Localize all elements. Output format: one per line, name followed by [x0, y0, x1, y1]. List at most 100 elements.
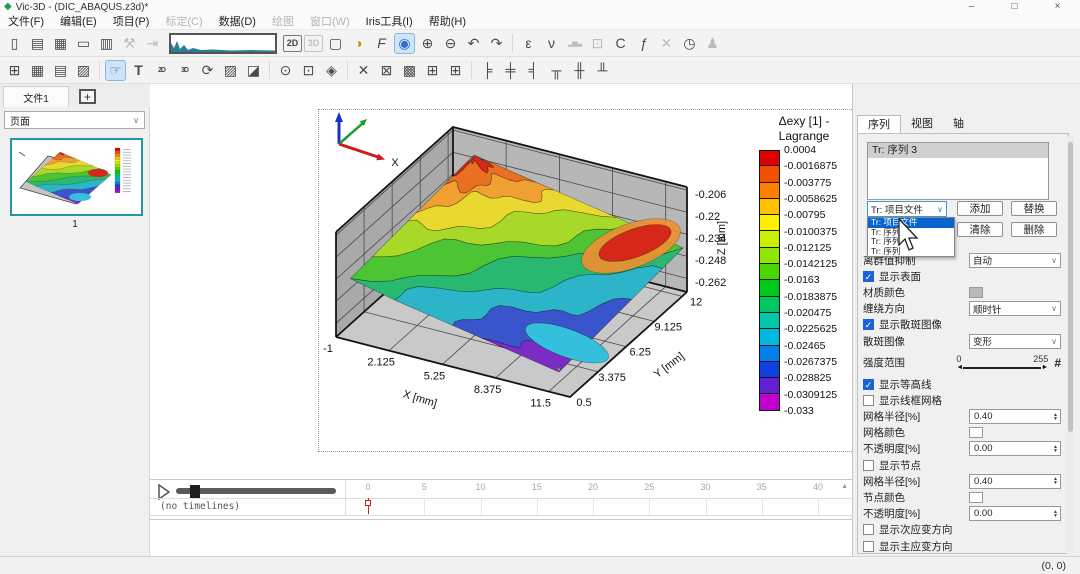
remove-icon[interactable]: ✕: [656, 33, 677, 54]
menu-item-8[interactable]: 帮助(H): [421, 14, 474, 30]
calibration-tool-icon[interactable]: ⚒: [119, 33, 140, 54]
align-middle-icon[interactable]: ╫: [569, 60, 590, 81]
menu-item-4[interactable]: 数据(D): [211, 14, 264, 30]
spinner-arrows[interactable]: ▲▼: [1053, 477, 1058, 485]
monitor-icon[interactable]: ▢: [325, 33, 346, 54]
series-source-combobox[interactable]: Tr: 项目文件 ∨: [867, 201, 947, 217]
histogram-icon[interactable]: ▂▅▃: [564, 33, 585, 54]
pan-hand-icon[interactable]: ☞: [105, 60, 126, 81]
settings-spinner[interactable]: 0.00▲▼: [969, 506, 1061, 521]
function-icon[interactable]: ƒ: [633, 33, 654, 54]
menu-item-7[interactable]: Iris工具(I): [358, 14, 421, 30]
align-top-icon[interactable]: ╥: [546, 60, 567, 81]
page-thumbnail[interactable]: [10, 138, 143, 216]
menu-item-2[interactable]: 项目(P): [105, 14, 158, 30]
histogram-toggle-button[interactable]: #: [1054, 356, 1061, 370]
align-left-icon[interactable]: ╞: [477, 60, 498, 81]
add-tab-button[interactable]: +: [79, 89, 96, 104]
color-swatch[interactable]: [969, 287, 983, 298]
new-file-icon[interactable]: ▯: [4, 33, 25, 54]
menu-item-1[interactable]: 编辑(E): [52, 14, 105, 30]
delete-region-icon[interactable]: ✕: [353, 60, 374, 81]
panel-scrollbar-thumb[interactable]: [1068, 142, 1073, 432]
polygon-probe-icon[interactable]: ◈: [321, 60, 342, 81]
checkbox-checked[interactable]: ✓: [863, 271, 874, 282]
maximize-button[interactable]: □: [993, 0, 1036, 14]
histogram-preview[interactable]: [169, 33, 277, 54]
contrast-icon[interactable]: ◑: [348, 33, 369, 54]
spinner-arrows[interactable]: ▲▼: [1053, 413, 1058, 421]
view-3d-button[interactable]: 3D: [304, 35, 323, 52]
open-folder-icon[interactable]: ▭: [73, 33, 94, 54]
export-video-icon[interactable]: ▦: [27, 60, 48, 81]
slider-track[interactable]: ◄►: [956, 364, 1048, 371]
workspace-icon[interactable]: ▥: [96, 33, 117, 54]
settings-spinner[interactable]: 0.40▲▼: [969, 474, 1061, 489]
poisson-nu-icon[interactable]: ν: [541, 33, 562, 54]
clock-icon[interactable]: ◷: [679, 33, 700, 54]
replace-button[interactable]: 替换: [1011, 201, 1057, 216]
zoom-out-icon[interactable]: ⊖: [440, 33, 461, 54]
undo-icon[interactable]: ↶: [463, 33, 484, 54]
save-icon[interactable]: ▦: [50, 33, 71, 54]
intensity-range-slider[interactable]: 0255◄►: [956, 354, 1048, 371]
close-button[interactable]: ×: [1036, 0, 1079, 14]
delete-button[interactable]: 删除: [1011, 222, 1057, 237]
plot-2d-icon[interactable]: 2D: [151, 60, 172, 81]
checkbox-unchecked[interactable]: [863, 541, 874, 552]
report-icon[interactable]: ⊡: [587, 33, 608, 54]
rect-probe-icon[interactable]: ⊡: [298, 60, 319, 81]
region-fill-icon[interactable]: ▩: [399, 60, 420, 81]
export-arrow-icon[interactable]: ⇥: [142, 33, 163, 54]
series-list[interactable]: Tr: 序列 3: [867, 142, 1049, 200]
image-extract-icon[interactable]: ◪: [243, 60, 264, 81]
page-selector-dropdown[interactable]: 页面 ∨: [4, 111, 145, 129]
tab-series[interactable]: 序列: [857, 115, 901, 134]
file-tab[interactable]: 文件1: [3, 86, 69, 107]
add-page-icon[interactable]: ⊞: [4, 60, 25, 81]
settings-spinner[interactable]: 0.00▲▼: [969, 441, 1061, 456]
plot-3d-icon[interactable]: 3D: [174, 60, 195, 81]
rotate-view-icon[interactable]: ⟳: [197, 60, 218, 81]
settings-dropdown[interactable]: 顺时针∨: [969, 301, 1061, 316]
tab-view[interactable]: 视图: [901, 115, 943, 134]
spinner-arrows[interactable]: ▲▼: [1053, 510, 1058, 518]
export-pdf-icon[interactable]: ▤: [50, 60, 71, 81]
plot-region[interactable]: -12.1255.258.37511.50.53.3756.259.12512-…: [318, 109, 858, 452]
redo-icon[interactable]: ↷: [486, 33, 507, 54]
checkbox-unchecked[interactable]: [863, 395, 874, 406]
region-split-icon[interactable]: ⊞: [445, 60, 466, 81]
align-bottom-icon[interactable]: ╨: [592, 60, 613, 81]
tab-axis[interactable]: 轴: [943, 115, 974, 134]
menu-item-3[interactable]: 标定(C): [157, 14, 210, 30]
zoom-in-icon[interactable]: ⊕: [417, 33, 438, 54]
current-frame-marker-handle[interactable]: [365, 500, 371, 506]
view-2d-button[interactable]: 2D: [283, 35, 302, 52]
image-tool-icon[interactable]: ▨: [220, 60, 241, 81]
region-cut-icon[interactable]: ⊠: [376, 60, 397, 81]
scroll-up-icon[interactable]: ▲: [841, 483, 848, 490]
minimize-button[interactable]: –: [950, 0, 993, 14]
clear-button[interactable]: 清除: [957, 222, 1003, 237]
align-right-icon[interactable]: ╡: [523, 60, 544, 81]
panel-scrollbar[interactable]: [1067, 136, 1074, 554]
color-swatch[interactable]: [969, 492, 983, 503]
export-image-icon[interactable]: ▨: [73, 60, 94, 81]
timeline-slider-handle[interactable]: [190, 485, 200, 498]
circle-probe-icon[interactable]: ⊙: [275, 60, 296, 81]
align-center-icon[interactable]: ╪: [500, 60, 521, 81]
settings-dropdown[interactable]: 变形∨: [969, 334, 1061, 349]
series-list-item[interactable]: Tr: 序列 3: [868, 143, 1048, 158]
settings-spinner[interactable]: 0.40▲▼: [969, 409, 1061, 424]
timeline-slider[interactable]: [176, 488, 336, 494]
checkbox-checked[interactable]: ✓: [863, 319, 874, 330]
checkbox-unchecked[interactable]: [863, 460, 874, 471]
text-tool-icon[interactable]: T: [128, 60, 149, 81]
font-icon[interactable]: F: [371, 33, 392, 54]
menu-item-0[interactable]: 文件(F): [0, 14, 52, 30]
spinner-arrows[interactable]: ▲▼: [1053, 445, 1058, 453]
checkbox-checked[interactable]: ✓: [863, 379, 874, 390]
user-icon[interactable]: ♟: [702, 33, 723, 54]
open-project-icon[interactable]: ▤: [27, 33, 48, 54]
menu-item-5[interactable]: 绘图: [264, 14, 302, 30]
